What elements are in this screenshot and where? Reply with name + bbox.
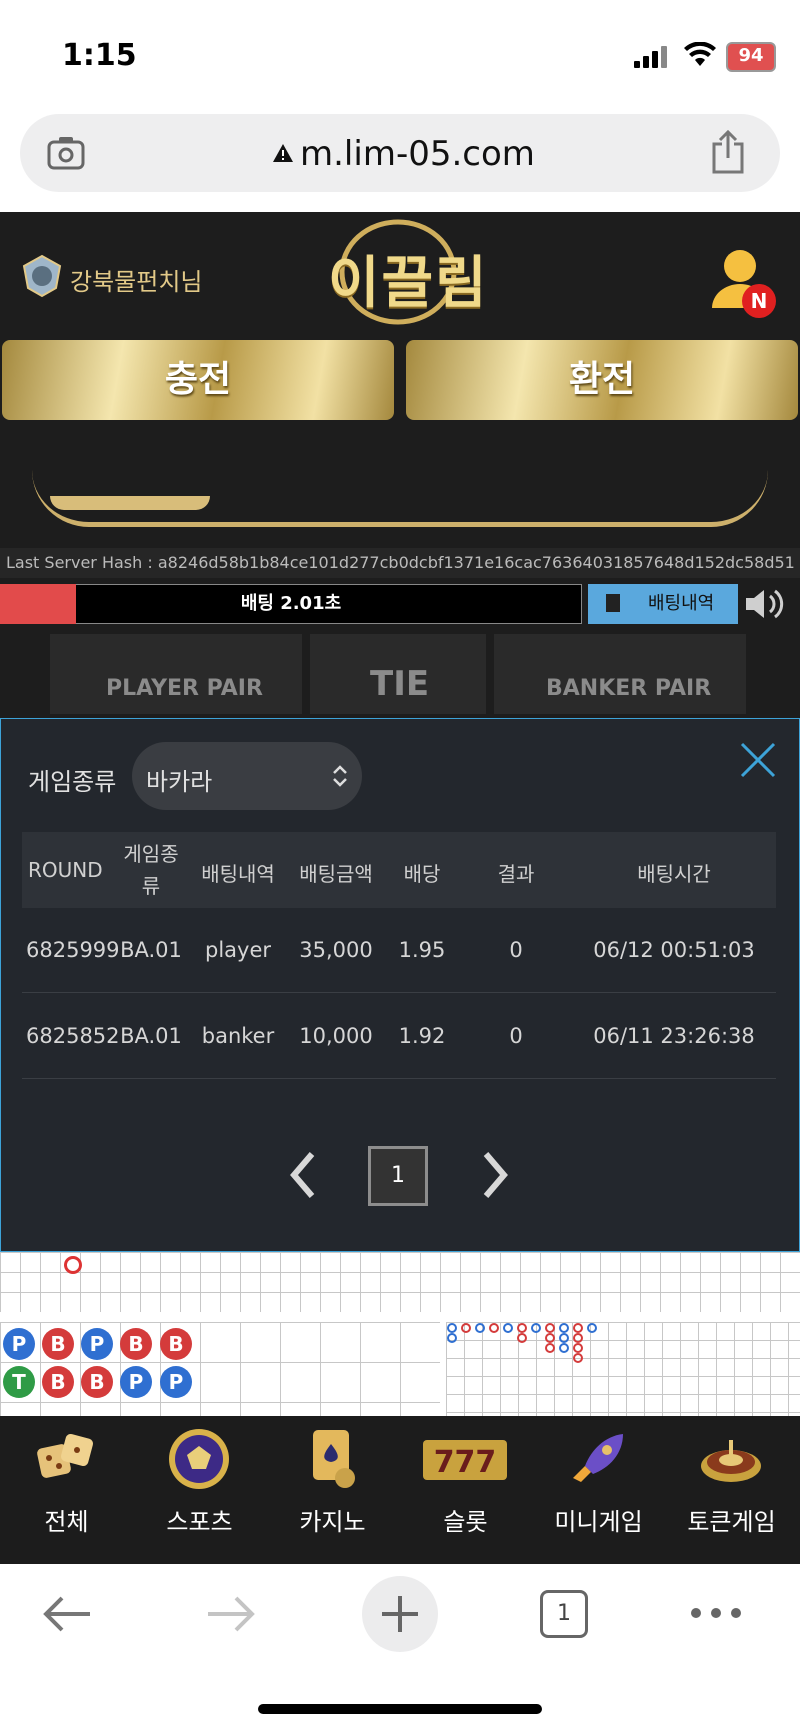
dice-icon bbox=[37, 1433, 94, 1478]
cellular-signal-icon bbox=[634, 46, 670, 68]
nav-casino[interactable]: 카지노 bbox=[266, 1416, 399, 1564]
warning-icon bbox=[273, 144, 293, 162]
table-cell: banker bbox=[201, 1024, 275, 1048]
table-cell: 0 bbox=[509, 1024, 523, 1048]
col-bet-detail: 배팅내역 bbox=[201, 862, 275, 886]
notification-badge: N bbox=[742, 284, 776, 318]
big-road-grid bbox=[0, 1252, 800, 1312]
table-cell: 06/12 00:51:03 bbox=[593, 938, 755, 962]
road-marker bbox=[64, 1256, 82, 1274]
nav-label: 스포츠 bbox=[166, 1508, 233, 1536]
bead-player: P bbox=[160, 1366, 192, 1398]
col-round: ROUND bbox=[28, 858, 103, 882]
col-game-type: 게임종 류 bbox=[123, 842, 179, 898]
bet-history-button[interactable]: 배팅내역 bbox=[588, 584, 738, 624]
speaker-icon[interactable] bbox=[744, 586, 786, 622]
board-divider bbox=[302, 634, 310, 714]
status-time: 1:15 bbox=[62, 38, 137, 73]
page-number-button[interactable]: 1 bbox=[368, 1146, 428, 1206]
bead-tie: T bbox=[3, 1366, 35, 1398]
url-text[interactable]: m.lim-05.com bbox=[300, 134, 535, 174]
row-divider bbox=[22, 1078, 776, 1079]
cards-icon bbox=[313, 1430, 355, 1488]
table-cell: 06/11 23:26:38 bbox=[593, 1024, 755, 1048]
table-cell: 10,000 bbox=[299, 1024, 373, 1048]
nav-label: 토큰게임 bbox=[687, 1508, 776, 1536]
close-icon[interactable] bbox=[738, 740, 778, 780]
player-pair-label[interactable]: PLAYER PAIR bbox=[106, 676, 263, 701]
rank-badge-icon bbox=[22, 254, 62, 298]
deposit-button[interactable]: 충전 bbox=[2, 340, 394, 420]
rocket-icon bbox=[573, 1434, 623, 1482]
row-divider bbox=[22, 992, 776, 993]
game-type-value: 바카라 bbox=[146, 768, 213, 796]
table-cell: 1.92 bbox=[398, 1024, 446, 1048]
plus-icon bbox=[382, 1596, 418, 1632]
list-icon bbox=[606, 594, 620, 612]
table-cell: 6825999 bbox=[26, 938, 120, 962]
col-bet-amount: 배팅금액 bbox=[299, 862, 373, 886]
bead-player: P bbox=[3, 1328, 35, 1360]
table-cell: BA.01 bbox=[120, 938, 182, 962]
small-road-marks bbox=[447, 1323, 597, 1363]
table-cell: BA.01 bbox=[120, 1024, 182, 1048]
bead-banker: B bbox=[160, 1328, 192, 1360]
select-chevron-icon bbox=[333, 765, 347, 787]
svg-text:777: 777 bbox=[434, 1445, 497, 1480]
server-hash: Last Server Hash : a8246d58b1b84ce101d27… bbox=[0, 548, 800, 578]
next-page-icon[interactable] bbox=[478, 1150, 512, 1200]
bead-banker: B bbox=[81, 1366, 113, 1398]
bead-player: P bbox=[81, 1328, 113, 1360]
share-icon[interactable] bbox=[710, 130, 746, 174]
nav-label: 카지노 bbox=[299, 1508, 366, 1536]
roulette-icon bbox=[701, 1440, 761, 1482]
bet-timer-label: 배팅 2.01초 bbox=[240, 593, 342, 614]
nav-label: 슬롯 bbox=[443, 1508, 488, 1536]
bead-player: P bbox=[120, 1366, 152, 1398]
game-type-label: 게임종류 bbox=[28, 768, 117, 796]
col-bet-time: 배팅시간 bbox=[637, 862, 711, 886]
board-divider bbox=[486, 634, 494, 714]
table-cell: 0 bbox=[509, 938, 523, 962]
battery-icon: 94 bbox=[726, 42, 776, 72]
slot-777-icon: 777 bbox=[423, 1440, 507, 1480]
forward-arrow-icon[interactable] bbox=[206, 1594, 258, 1634]
nav-sports[interactable]: 스포츠 bbox=[133, 1416, 266, 1564]
home-indicator bbox=[258, 1704, 542, 1714]
nav-slots[interactable]: 777 슬롯 bbox=[399, 1416, 532, 1564]
nav-label: 미니게임 bbox=[554, 1508, 643, 1536]
prev-page-icon[interactable] bbox=[286, 1150, 320, 1200]
table-cell: 35,000 bbox=[299, 938, 373, 962]
soccer-ball-icon bbox=[169, 1429, 229, 1489]
table-cell: 1.95 bbox=[398, 938, 446, 962]
bet-history-label: 배팅내역 bbox=[648, 593, 715, 614]
nav-token-game[interactable]: 토큰게임 bbox=[665, 1416, 798, 1564]
decorative-tab bbox=[50, 496, 210, 510]
tie-label[interactable]: TIE bbox=[370, 664, 429, 704]
col-result: 결과 bbox=[497, 862, 535, 886]
user-name[interactable]: 강북물펀치님 bbox=[70, 262, 202, 297]
nav-all[interactable]: 전체 bbox=[0, 1416, 133, 1564]
withdraw-button[interactable]: 환전 bbox=[406, 340, 798, 420]
more-options-icon[interactable] bbox=[690, 1606, 742, 1620]
wifi-icon bbox=[684, 42, 716, 66]
nav-minigame[interactable]: 미니게임 bbox=[532, 1416, 665, 1564]
back-arrow-icon[interactable] bbox=[40, 1594, 92, 1634]
bead-banker: B bbox=[42, 1328, 74, 1360]
tab-count-button[interactable]: 1 bbox=[540, 1590, 588, 1638]
bead-banker: B bbox=[120, 1328, 152, 1360]
table-cell: 6825852 bbox=[26, 1024, 120, 1048]
page-scan-icon[interactable] bbox=[46, 134, 86, 172]
site-logo[interactable]: 이끌림 bbox=[328, 238, 489, 319]
battery-level: 94 bbox=[738, 45, 764, 66]
nav-label: 전체 bbox=[44, 1508, 89, 1536]
table-cell: player bbox=[204, 938, 271, 962]
col-odds: 배당 bbox=[403, 862, 441, 886]
bead-banker: B bbox=[42, 1366, 74, 1398]
banker-pair-label[interactable]: BANKER PAIR bbox=[546, 676, 711, 701]
